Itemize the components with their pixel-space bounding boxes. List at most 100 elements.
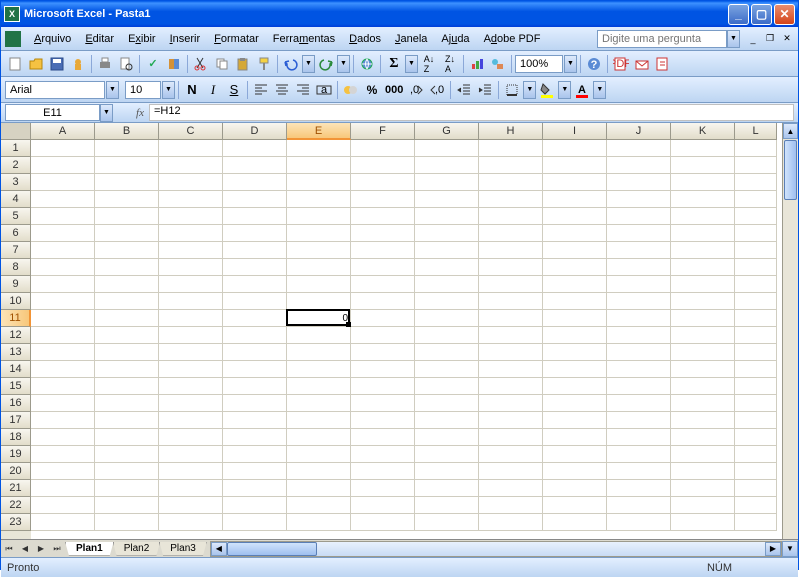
cell-B1[interactable] <box>95 140 159 157</box>
cell-E9[interactable] <box>287 276 351 293</box>
cell-L1[interactable] <box>735 140 777 157</box>
cell-I9[interactable] <box>543 276 607 293</box>
menu-formatar[interactable]: Formatar <box>207 31 266 47</box>
undo-button[interactable] <box>281 54 301 74</box>
cell-G11[interactable] <box>415 310 479 327</box>
cell-D6[interactable] <box>223 225 287 242</box>
cell-K8[interactable] <box>671 259 735 276</box>
cell-I16[interactable] <box>543 395 607 412</box>
cell-D22[interactable] <box>223 497 287 514</box>
cell-I21[interactable] <box>543 480 607 497</box>
cell-E2[interactable] <box>287 157 351 174</box>
cell-H17[interactable] <box>479 412 543 429</box>
cell-K9[interactable] <box>671 276 735 293</box>
cell-H5[interactable] <box>479 208 543 225</box>
cell-G17[interactable] <box>415 412 479 429</box>
font-name-dropdown[interactable]: ▼ <box>106 81 119 99</box>
sort-desc-button[interactable]: Z↓A <box>440 54 460 74</box>
select-all-corner[interactable] <box>1 123 31 140</box>
cell-B18[interactable] <box>95 429 159 446</box>
cell-A1[interactable] <box>31 140 95 157</box>
spelling-button[interactable]: ✓ <box>143 54 163 74</box>
research-button[interactable] <box>164 54 184 74</box>
row-header-19[interactable]: 19 <box>1 446 31 463</box>
cell-G5[interactable] <box>415 208 479 225</box>
mdi-minimize-button[interactable]: _ <box>746 33 760 45</box>
cell-E18[interactable] <box>287 429 351 446</box>
cell-L12[interactable] <box>735 327 777 344</box>
cell-G13[interactable] <box>415 344 479 361</box>
fx-icon[interactable]: fx <box>131 107 149 119</box>
cell-J17[interactable] <box>607 412 671 429</box>
cell-G10[interactable] <box>415 293 479 310</box>
autosum-button[interactable]: Σ <box>384 54 404 74</box>
format-painter-button[interactable] <box>254 54 274 74</box>
permission-button[interactable] <box>68 54 88 74</box>
cell-F10[interactable] <box>351 293 415 310</box>
cell-H2[interactable] <box>479 157 543 174</box>
cell-D12[interactable] <box>223 327 287 344</box>
font-name-input[interactable]: Arial <box>5 81 105 99</box>
cell-H22[interactable] <box>479 497 543 514</box>
cell-B19[interactable] <box>95 446 159 463</box>
cell-I1[interactable] <box>543 140 607 157</box>
cell-H21[interactable] <box>479 480 543 497</box>
cell-G16[interactable] <box>415 395 479 412</box>
cell-F14[interactable] <box>351 361 415 378</box>
cell-I10[interactable] <box>543 293 607 310</box>
cell-K14[interactable] <box>671 361 735 378</box>
row-header-7[interactable]: 7 <box>1 242 31 259</box>
cell-A12[interactable] <box>31 327 95 344</box>
help-dropdown-icon[interactable]: ▼ <box>727 30 740 48</box>
borders-button[interactable] <box>502 80 522 100</box>
cell-J11[interactable] <box>607 310 671 327</box>
cell-K12[interactable] <box>671 327 735 344</box>
cell-I20[interactable] <box>543 463 607 480</box>
cell-I7[interactable] <box>543 242 607 259</box>
menu-editar[interactable]: Editar <box>78 31 121 47</box>
cell-E10[interactable] <box>287 293 351 310</box>
cell-D21[interactable] <box>223 480 287 497</box>
row-header-10[interactable]: 10 <box>1 293 31 310</box>
cell-I15[interactable] <box>543 378 607 395</box>
cell-G20[interactable] <box>415 463 479 480</box>
cell-H6[interactable] <box>479 225 543 242</box>
cell-D1[interactable] <box>223 140 287 157</box>
cell-F15[interactable] <box>351 378 415 395</box>
cell-C22[interactable] <box>159 497 223 514</box>
tab-prev-button[interactable]: ◀ <box>17 541 33 557</box>
row-header-2[interactable]: 2 <box>1 157 31 174</box>
cell-E15[interactable] <box>287 378 351 395</box>
cell-G1[interactable] <box>415 140 479 157</box>
vertical-scrollbar[interactable]: ▲ <box>782 123 798 539</box>
column-header-A[interactable]: A <box>31 123 95 140</box>
cell-L19[interactable] <box>735 446 777 463</box>
pdf-convert-button[interactable]: PDF <box>611 54 631 74</box>
cell-H12[interactable] <box>479 327 543 344</box>
cell-H3[interactable] <box>479 174 543 191</box>
cell-J7[interactable] <box>607 242 671 259</box>
cell-J2[interactable] <box>607 157 671 174</box>
cell-B2[interactable] <box>95 157 159 174</box>
cell-F17[interactable] <box>351 412 415 429</box>
drawing-button[interactable] <box>488 54 508 74</box>
cell-H1[interactable] <box>479 140 543 157</box>
cell-C1[interactable] <box>159 140 223 157</box>
cell-B4[interactable] <box>95 191 159 208</box>
cell-D11[interactable] <box>223 310 287 327</box>
column-header-K[interactable]: K <box>671 123 735 140</box>
cell-J20[interactable] <box>607 463 671 480</box>
cell-K23[interactable] <box>671 514 735 531</box>
cell-F21[interactable] <box>351 480 415 497</box>
cell-J12[interactable] <box>607 327 671 344</box>
cell-E8[interactable] <box>287 259 351 276</box>
print-button[interactable] <box>95 54 115 74</box>
name-box-dropdown[interactable]: ▼ <box>100 104 113 122</box>
cell-G7[interactable] <box>415 242 479 259</box>
cell-E1[interactable] <box>287 140 351 157</box>
cell-L10[interactable] <box>735 293 777 310</box>
cell-J4[interactable] <box>607 191 671 208</box>
row-header-15[interactable]: 15 <box>1 378 31 395</box>
cell-E7[interactable] <box>287 242 351 259</box>
row-header-17[interactable]: 17 <box>1 412 31 429</box>
